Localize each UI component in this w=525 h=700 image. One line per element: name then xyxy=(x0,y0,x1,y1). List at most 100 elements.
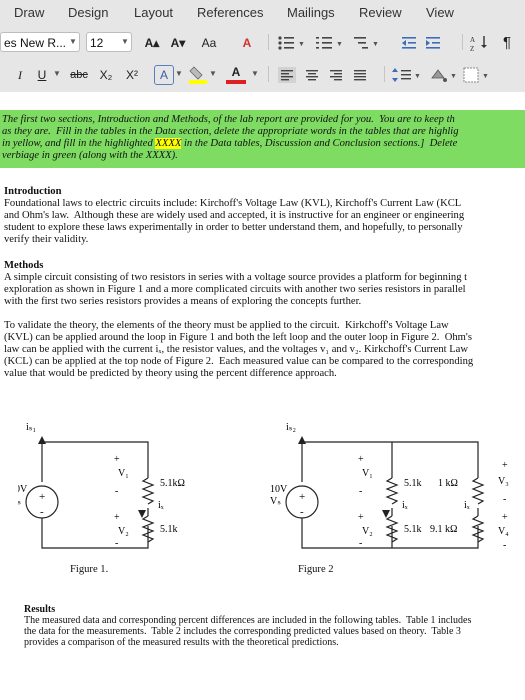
svg-text:▼: ▼ xyxy=(336,40,343,48)
fig1-v2-plus: + xyxy=(114,512,120,523)
separator xyxy=(268,66,269,82)
fig2-v3-minus: - xyxy=(503,494,506,505)
decrease-indent-icon[interactable] xyxy=(402,37,416,49)
align-left-icon[interactable] xyxy=(278,67,296,83)
shrink-font-button[interactable]: A▾ xyxy=(166,32,190,54)
validate-line-2: (KVL) can be applied around the loop in … xyxy=(4,332,472,343)
intro-line-3: student to explore these laws experiment… xyxy=(4,222,463,233)
svg-text:▼: ▼ xyxy=(298,40,305,48)
intro-line-2: and Ohm's law. Although these are widely… xyxy=(4,210,465,221)
justify-icon[interactable] xyxy=(354,70,366,81)
ribbon: Draw Design Layout References Mailings R… xyxy=(0,0,525,93)
tab-mailings[interactable]: Mailings xyxy=(287,5,335,20)
figure-2-circuit: iₛ₂ 10V Vₛ + - + V₁ - 5.1k iₓ + V₂ - 5.1… xyxy=(270,422,509,551)
introduction-heading: Introduction xyxy=(4,186,62,197)
fig1-is-label: iₛ₁ xyxy=(26,422,36,433)
svg-text:▼: ▼ xyxy=(482,72,489,80)
ribbon-row-font: es New R... ▼ 12 ▼ A▴ A▾ Aa A ▼ ▼ ▼ A Z … xyxy=(0,30,525,58)
font-name-value: es New R... xyxy=(4,36,67,50)
tab-view[interactable]: View xyxy=(426,5,454,20)
separator xyxy=(384,66,385,82)
figure-2-label: Figure 2 xyxy=(298,564,334,575)
align-center-icon[interactable] xyxy=(306,70,318,81)
fig2-source-current-arrow xyxy=(298,436,306,444)
fig1-v1-minus: - xyxy=(115,486,118,497)
fig2-r2-label: 5.1k xyxy=(404,524,422,535)
tab-design[interactable]: Design xyxy=(68,5,108,20)
sort-icon[interactable]: AZ xyxy=(470,34,494,52)
text-effects-dropdown-icon[interactable]: ▼ xyxy=(172,64,186,84)
xxxx-highlight: XXXX xyxy=(155,138,182,149)
document-page[interactable]: The first two sections, Introduction and… xyxy=(0,92,525,700)
svg-text:▼: ▼ xyxy=(450,72,457,80)
validate-line-3: law can be applied with the current iₓ, … xyxy=(4,344,469,355)
svg-text:A: A xyxy=(470,36,475,44)
methods-line-3: with the first two series resistors prov… xyxy=(4,296,362,307)
numbering-icon[interactable] xyxy=(316,37,332,49)
align-right-icon[interactable] xyxy=(330,70,342,81)
underline-button[interactable]: U xyxy=(34,64,50,86)
fig2-ix2-label: iₓ xyxy=(464,500,470,511)
highlight-dropdown-icon[interactable]: ▼ xyxy=(206,64,220,84)
fig2-source-plus: + xyxy=(299,491,305,503)
fig2-ix-arrow xyxy=(382,510,390,518)
fig2-v1-plus: + xyxy=(358,454,364,465)
ribbon-row-format: I U ▼ abc X₂ X² A ▼ ▼ A ▼ ▼ ▼ ▼ xyxy=(0,62,525,90)
instruction-line-3c: in the Data tables, Discussion and Concl… xyxy=(181,138,458,149)
fig1-bottom-wire xyxy=(41,518,149,549)
superscript-button[interactable]: X² xyxy=(122,64,142,86)
shading-icon[interactable]: ▼ xyxy=(428,66,458,84)
methods-line-1: A simple circuit consisting of two resis… xyxy=(4,272,468,283)
fig2-r1-label: 5.1k xyxy=(404,478,422,489)
alignment-buttons xyxy=(278,67,366,83)
fig1-src-v-label: 10V xyxy=(18,484,28,495)
fig2-v2-plus: + xyxy=(358,512,364,523)
tab-review[interactable]: Review xyxy=(359,5,402,20)
fig2-v4-minus: - xyxy=(503,540,506,551)
svg-text:▼: ▼ xyxy=(372,40,379,48)
clear-formatting-button[interactable]: A xyxy=(232,32,262,54)
line-spacing-icon[interactable]: ▼ xyxy=(392,67,422,83)
italic-button[interactable]: I xyxy=(12,64,28,86)
methods-line-2: exploration as shown in Figure 1 and a m… xyxy=(4,284,466,295)
fig2-ix-label: iₓ xyxy=(402,500,408,511)
font-color-dropdown-icon[interactable]: ▼ xyxy=(248,64,262,84)
instruction-line-4: verbiage in green (along with the XXXX). xyxy=(2,150,178,161)
fig2-v3-plus: + xyxy=(502,460,508,471)
fig2-v4-label: V₄ xyxy=(498,526,509,537)
fig1-top-wire xyxy=(42,441,149,478)
bullets-icon[interactable] xyxy=(278,36,294,50)
multilevel-list-icon[interactable] xyxy=(354,37,368,49)
fig1-v2-label: V₂ xyxy=(118,526,129,537)
instruction-line-1: The first two sections, Introduction and… xyxy=(2,114,455,125)
change-case-button[interactable]: Aa xyxy=(196,32,222,54)
validate-line-1: To validate the theory, the elements of … xyxy=(4,320,449,331)
font-color-button[interactable]: A xyxy=(226,64,246,84)
tab-layout[interactable]: Layout xyxy=(134,5,173,20)
increase-indent-icon[interactable] xyxy=(426,37,440,49)
fig1-source-minus: - xyxy=(40,506,44,518)
font-name-dropdown-icon[interactable]: ▼ xyxy=(66,32,80,52)
fig1-v2-minus: - xyxy=(115,538,118,549)
fig1-v1-plus: + xyxy=(114,454,120,465)
ribbon-tabs: Draw Design Layout References Mailings R… xyxy=(0,0,525,26)
fig1-source-current-arrow xyxy=(38,436,46,444)
show-formatting-marks-button[interactable]: ¶ xyxy=(496,32,518,54)
subscript-button[interactable]: X₂ xyxy=(96,64,116,86)
text-effects-button[interactable]: A xyxy=(154,65,174,85)
highlight-icon[interactable] xyxy=(188,65,208,85)
tab-draw[interactable]: Draw xyxy=(14,5,44,20)
indent-buttons xyxy=(402,37,440,49)
results-line-2: the data for the measurements. Table 2 i… xyxy=(24,626,461,637)
strikethrough-button[interactable]: abc xyxy=(66,64,92,86)
borders-icon[interactable]: ▼ xyxy=(462,66,502,84)
fig1-r1-label: 5.1kΩ xyxy=(160,478,185,489)
fig2-source-minus: - xyxy=(300,506,304,518)
instruction-line-3a: in yellow, and fill in the highlighted xyxy=(2,138,156,149)
font-size-dropdown-icon[interactable]: ▼ xyxy=(118,32,132,52)
tab-references[interactable]: References xyxy=(197,5,263,20)
instruction-line-3: in yellow, and fill in the highlighted X… xyxy=(2,138,457,150)
grow-font-button[interactable]: A▴ xyxy=(140,32,164,54)
fig1-vs-label: Vₛ xyxy=(18,496,21,507)
underline-dropdown-icon[interactable]: ▼ xyxy=(50,64,64,84)
